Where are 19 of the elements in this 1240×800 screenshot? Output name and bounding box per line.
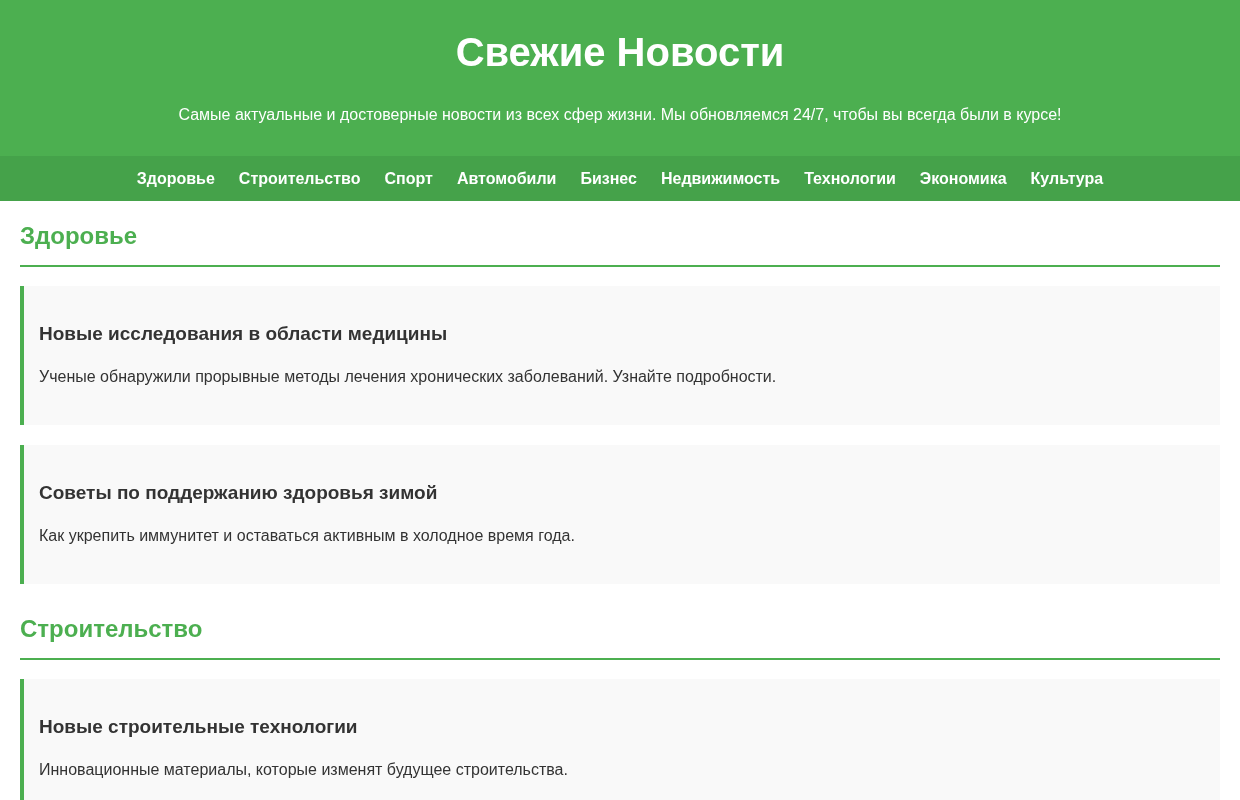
section-heading: Строительство (20, 614, 1220, 660)
nav-link[interactable]: Недвижимость (660, 169, 781, 188)
nav-link[interactable]: Строительство (238, 169, 361, 188)
article-summary: Инновационные материалы, которые изменят будущее строительства. (39, 760, 569, 780)
article-title: Советы по поддержанию здоровья зимой (39, 481, 439, 505)
nav-link[interactable]: Технологии (804, 169, 896, 188)
section-heading: Здоровье (20, 221, 1220, 267)
article-title: Новые строительные технологии (39, 715, 359, 739)
nav-link[interactable]: Спорт (384, 169, 433, 188)
nav-link[interactable]: Здоровье (136, 169, 215, 188)
article-summary: Ученые обнаружили прорывные методы лечения хронических заболеваний. Узнайте подробности. (39, 367, 778, 387)
nav-link[interactable]: Экономика (919, 169, 1007, 188)
site-tagline: Самые актуальные и достоверные новости из всех сфер жизни. Мы обновляемся 24/7, чтобы вы всегда были в курсе! (177, 105, 1063, 125)
article-summary: Как укрепить иммунитет и оставаться активным в холодное время года. (39, 526, 576, 546)
site-title: Свежие Новости (454, 29, 786, 76)
nav-link[interactable]: Бизнес (580, 169, 637, 188)
nav-link[interactable]: Культура (1030, 169, 1104, 188)
article-title: Новые исследования в области медицины (39, 322, 449, 346)
nav-link[interactable]: Автомобили (456, 169, 557, 188)
